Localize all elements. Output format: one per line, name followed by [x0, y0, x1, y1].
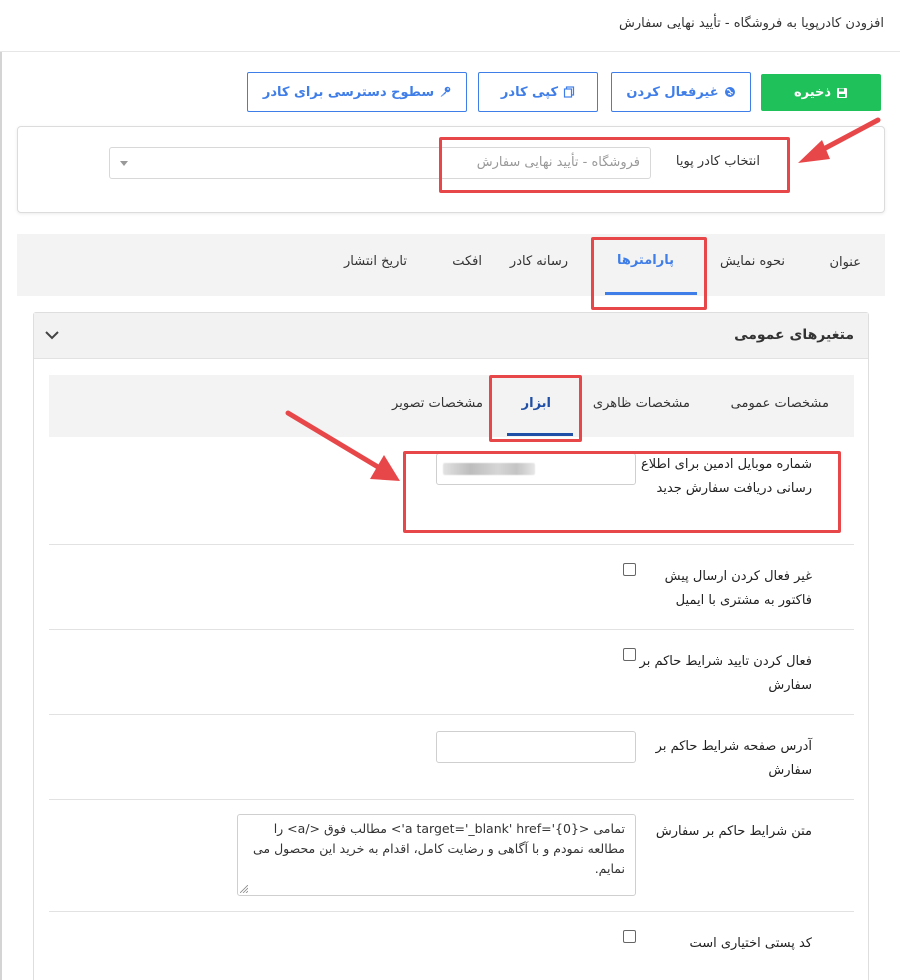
frame-select-value: فروشگاه - تأیید نهایی سفارش — [476, 155, 640, 170]
panel-header[interactable]: متغیرهای عمومی — [34, 313, 868, 359]
disable-invoice-email-checkbox[interactable] — [623, 563, 636, 576]
field-row: فعال کردن تایید شرایط حاکم بر سفارش — [49, 630, 854, 715]
enable-terms-label: فعال کردن تایید شرایط حاکم بر سفارش — [639, 654, 812, 693]
tab-frame-media[interactable]: رسانه کادر — [510, 254, 568, 269]
tab-effect[interactable]: افکت — [452, 254, 482, 269]
panel-title: متغیرهای عمومی — [734, 327, 854, 343]
save-button[interactable]: ذخیره — [761, 74, 881, 111]
chevron-down-icon[interactable] — [44, 327, 60, 343]
disable-button-label: غیرفعال کردن — [626, 84, 719, 100]
terms-text-textarea[interactable]: تمامی <a target='_blank' href='{0}'> مطا… — [237, 814, 636, 896]
frame-select-dropdown[interactable]: فروشگاه - تأیید نهایی سفارش — [109, 147, 651, 179]
terms-text-value: تمامی <a target='_blank' href='{0}'> مطا… — [253, 821, 625, 876]
frame-select-card: انتخاب کادر پویا فروشگاه - تأیید نهایی س… — [17, 126, 885, 213]
tools-fields: شماره موبایل ادمین برای اطلاع رسانی دریا… — [49, 437, 854, 980]
tab-title[interactable]: عنوان — [829, 255, 861, 270]
postal-code-optional-label: کد پستی اختیاری است — [689, 936, 812, 951]
terms-text-label: متن شرایط حاکم بر سفارش — [655, 824, 812, 839]
disable-invoice-email-label: غیر فعال کردن ارسال پیش فاکتور به مشتری … — [664, 569, 812, 608]
subtab-image-specs[interactable]: مشخصات تصویر — [392, 396, 483, 411]
window-header: افزودن کادرپویا به فروشگاه - تأیید نهایی… — [0, 0, 900, 52]
terms-url-input[interactable] — [436, 731, 636, 763]
tab-display-mode[interactable]: نحوه نمایش — [720, 254, 785, 269]
field-row: آدرس صفحه شرایط حاکم بر سفارش — [49, 715, 854, 800]
tab-parameters[interactable]: پارامترها — [617, 253, 674, 268]
main-tabs-bar: عنوان نحوه نمایش پارامترها رسانه کادر اف… — [17, 234, 885, 296]
globe-icon — [724, 87, 735, 97]
subtab-tools[interactable]: ابزار — [522, 396, 551, 411]
window-title: افزودن کادرپویا به فروشگاه - تأیید نهایی… — [618, 16, 884, 31]
blurred-phone-value — [443, 463, 535, 475]
copy-icon — [563, 86, 575, 98]
key-icon — [440, 86, 451, 97]
subtab-tools-underline — [507, 433, 573, 436]
general-variables-panel: متغیرهای عمومی مشخصات عمومی مشخصات ظاهری… — [33, 312, 869, 980]
caret-down-icon — [120, 161, 128, 166]
copy-frame-button-label: کپی کادر — [500, 84, 559, 100]
tab-parameters-underline — [605, 292, 697, 295]
field-row: کد پستی اختیاری است — [49, 912, 854, 980]
copy-frame-button[interactable]: کپی کادر — [478, 72, 598, 112]
access-levels-button[interactable]: سطوح دسترسی برای کادر — [247, 72, 467, 112]
resize-grip-icon[interactable] — [240, 885, 248, 893]
access-levels-button-label: سطوح دسترسی برای کادر — [262, 84, 435, 100]
terms-url-label: آدرس صفحه شرایط حاکم بر سفارش — [655, 739, 812, 778]
subtab-general-specs[interactable]: مشخصات عمومی — [731, 396, 829, 411]
field-row: غیر فعال کردن ارسال پیش فاکتور به مشتری … — [49, 545, 854, 630]
admin-mobile-label: شماره موبایل ادمین برای اطلاع رسانی دریا… — [641, 457, 812, 496]
sub-tabs-bar: مشخصات عمومی مشخصات ظاهری ابزار مشخصات ت… — [49, 375, 854, 437]
subtab-appearance-specs[interactable]: مشخصات ظاهری — [593, 396, 690, 411]
tab-publish-date[interactable]: تاریخ انتشار — [344, 254, 407, 269]
postal-code-optional-checkbox[interactable] — [623, 930, 636, 943]
frame-select-label: انتخاب کادر پویا — [675, 154, 760, 169]
admin-mobile-input[interactable] — [436, 453, 636, 485]
save-button-label: ذخیره — [793, 85, 832, 100]
enable-terms-checkbox[interactable] — [623, 648, 636, 661]
floppy-disk-icon — [837, 87, 848, 98]
disable-button[interactable]: غیرفعال کردن — [611, 72, 751, 112]
field-row: متن شرایط حاکم بر سفارش تمامی <a target=… — [49, 800, 854, 912]
field-row: شماره موبایل ادمین برای اطلاع رسانی دریا… — [49, 437, 854, 545]
window-left-border — [0, 0, 2, 980]
